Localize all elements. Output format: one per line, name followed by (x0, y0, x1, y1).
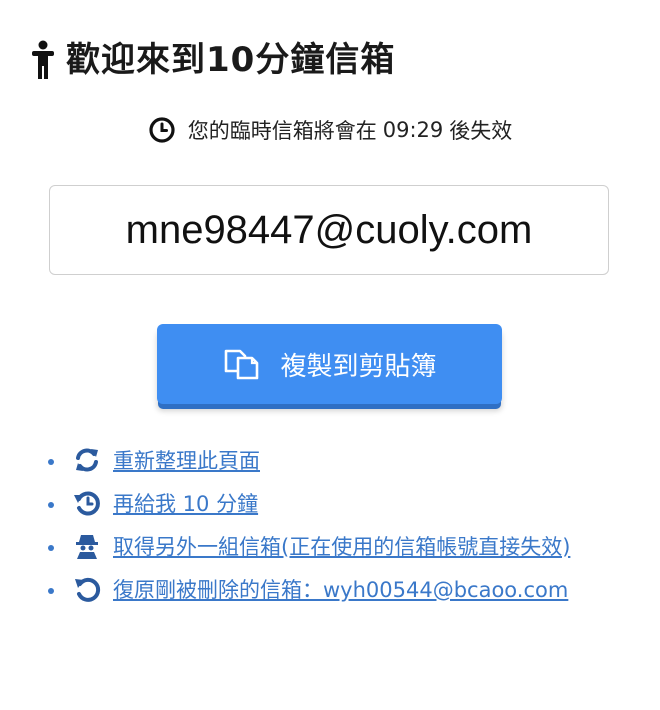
timer-prefix: 您的臨時信箱將會在 (187, 119, 377, 143)
copy-icon (225, 349, 259, 380)
person-icon (32, 40, 54, 79)
history-icon[interactable] (73, 490, 101, 516)
refresh-page-link[interactable]: 重新整理此頁面 (113, 449, 260, 473)
list-item: 復原剛被刪除的信箱：wyh00544@bcaoo.com (40, 569, 640, 612)
list-item: 重新整理此頁面 (40, 440, 640, 483)
expiry-timer: 您的臨時信箱將會在 09:29 後失效 (0, 115, 660, 145)
list-item: 再給我 10 分鐘 (40, 483, 640, 526)
restore-mailbox-link[interactable]: 復原剛被刪除的信箱：wyh00544@bcaoo.com (113, 578, 568, 602)
add-ten-minutes-link[interactable]: 再給我 10 分鐘 (113, 492, 258, 516)
spy-icon[interactable] (73, 533, 101, 559)
timer-countdown: 09:29 (382, 118, 444, 142)
email-address-field[interactable]: mne98447@cuoly.com (49, 185, 609, 275)
undo-icon[interactable] (73, 576, 101, 602)
page-title: 歡迎來到10分鐘信箱 (66, 40, 396, 80)
action-links: 重新整理此頁面 再給我 10 分鐘 取得另外一組信箱(正在使用的信箱帳號直接失效… (40, 440, 640, 612)
new-mailbox-link[interactable]: 取得另外一組信箱(正在使用的信箱帳號直接失效) (113, 535, 570, 559)
page-header: 歡迎來到10分鐘信箱 (30, 36, 395, 84)
list-item: 取得另外一組信箱(正在使用的信箱帳號直接失效) (40, 526, 640, 569)
clock-icon (149, 117, 175, 143)
copy-button-label: 複製到剪貼簿 (280, 351, 437, 382)
refresh-icon[interactable] (73, 447, 101, 473)
copy-to-clipboard-button[interactable]: 複製到剪貼簿 (157, 324, 502, 404)
timer-suffix: 後失效 (449, 119, 513, 143)
email-address: mne98447@cuoly.com (125, 207, 533, 252)
